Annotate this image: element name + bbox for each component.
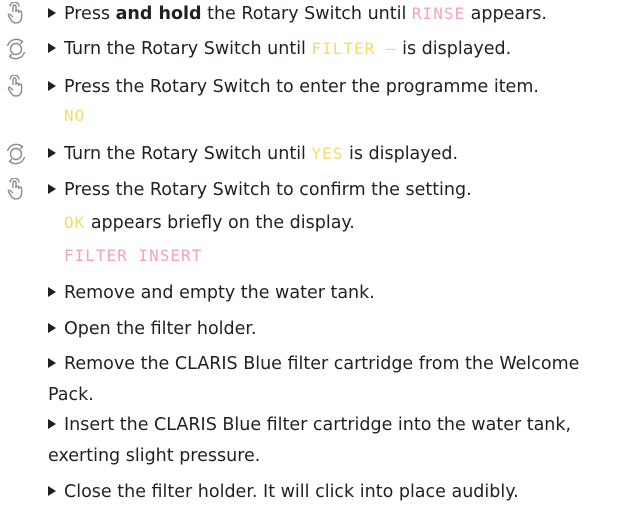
step-text: Press the Rotary Switch to confirm the s… [48, 178, 472, 202]
display-text: RINSE [411, 4, 466, 23]
bullet-item: Open the filter holder. [48, 317, 257, 341]
rotate-icon [4, 37, 28, 61]
arrow-bullet-icon [48, 148, 56, 158]
arrow-bullet-icon [48, 287, 56, 297]
display-line: FILTER INSERT [48, 244, 202, 268]
arrow-bullet-icon [48, 81, 56, 91]
step-text: Turn the Rotary Switch until FILTER – is… [48, 37, 511, 61]
display-text: FILTER – [311, 39, 397, 58]
press-icon [4, 75, 28, 99]
press-hold-icon [4, 2, 28, 26]
arrow-bullet-icon [48, 43, 56, 53]
step-subtext: OK appears briefly on the display. [64, 213, 355, 233]
arrow-bullet-icon [48, 486, 56, 496]
step-text: Turn the Rotary Switch until YES is disp… [48, 142, 458, 166]
bullet-item: Insert the CLARIS Blue filter cartridge … [48, 415, 572, 466]
step-text: Press and hold the Rotary Switch until R… [48, 2, 547, 26]
arrow-bullet-icon [48, 358, 56, 368]
rotate-icon [4, 142, 28, 166]
arrow-bullet-icon [48, 419, 56, 429]
bullet-item: Remove the CLARIS Blue filter cartridge … [48, 354, 580, 405]
arrow-bullet-icon [48, 8, 56, 18]
display-text: FILTER INSERT [64, 246, 203, 265]
instruction-page: Press and hold the Rotary Switch until R… [0, 0, 633, 511]
display-line: NO [48, 104, 85, 128]
bullet-item: Remove and empty the water tank. [48, 281, 375, 305]
arrow-bullet-icon [48, 184, 56, 194]
step-text: Press the Rotary Switch to enter the pro… [48, 75, 539, 99]
bullet-item: Close the filter holder. It will click i… [48, 480, 519, 504]
display-text: OK [64, 213, 86, 232]
display-text: YES [311, 144, 344, 163]
press-icon [4, 178, 28, 202]
display-text: NO [64, 106, 86, 125]
arrow-bullet-icon [48, 323, 56, 333]
